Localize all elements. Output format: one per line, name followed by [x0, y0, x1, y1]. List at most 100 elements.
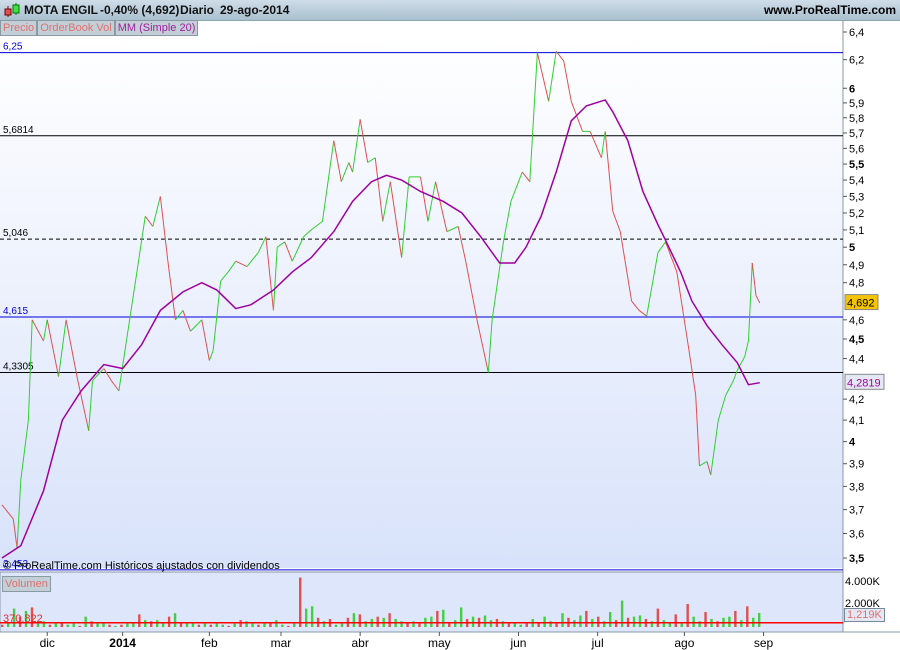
- xtick-label-4: abr: [351, 636, 368, 650]
- volume-bar: [197, 624, 201, 627]
- hline-label-1: 5,6814: [3, 125, 34, 136]
- price-chart[interactable]: 6,255,68145,0464,6154,33053,4536,46,265,…: [0, 0, 900, 650]
- tab-orderbook-vol[interactable]: OrderBook Vol: [37, 20, 115, 36]
- ytick-label-10: 5,2: [849, 208, 864, 220]
- volume-bar: [78, 625, 81, 627]
- volume-bar: [209, 624, 213, 627]
- ytick-label-14: 4,8: [849, 278, 864, 290]
- volume-bar: [179, 623, 183, 627]
- volume-bar: [281, 624, 284, 627]
- ytick-label-6: 5,6: [849, 143, 864, 155]
- xtick-label-6: jun: [509, 636, 526, 650]
- ytick-label-21: 3,9: [849, 459, 864, 471]
- volume-bar: [436, 610, 439, 627]
- volume-bar: [269, 623, 272, 627]
- volume-bar: [54, 623, 58, 627]
- xtick-label-8: ago: [674, 636, 694, 650]
- volume-bar: [728, 616, 731, 627]
- volume-bar: [299, 577, 302, 627]
- volume-bar: [358, 614, 362, 627]
- volume-bar: [227, 625, 230, 627]
- price-panel-bg: [0, 36, 843, 568]
- volume-bar: [573, 620, 576, 627]
- indicator-tabs: Precio OrderBook Vol MM (Simple 20): [0, 20, 199, 36]
- volume-bar: [740, 620, 743, 627]
- volume-bar: [203, 623, 207, 627]
- volume-bar: [310, 606, 314, 627]
- volume-bar: [674, 614, 677, 627]
- ytick-label-20: 4: [849, 437, 856, 449]
- tab-mm-simple-20[interactable]: MM (Simple 20): [114, 20, 199, 36]
- volume-bar: [239, 620, 242, 627]
- ytick-label-17: 4,4: [849, 354, 864, 366]
- volume-bar: [293, 623, 296, 627]
- volume-bar: [454, 620, 457, 627]
- volume-avg-label: 370,822: [3, 613, 43, 625]
- volume-bar: [519, 624, 522, 627]
- volume-bar: [334, 624, 338, 627]
- volume-bar: [173, 613, 177, 627]
- ytick-label-15: 4,6: [849, 315, 864, 327]
- volume-bar: [555, 623, 558, 627]
- ytick-label-7: 5,5: [849, 159, 864, 171]
- ytick-label-24: 3,6: [849, 528, 864, 540]
- volume-bar: [388, 613, 391, 627]
- volume-bar: [430, 616, 433, 627]
- volume-bar: [507, 623, 511, 627]
- volume-bar: [662, 620, 666, 627]
- ytick-label-9: 5,3: [849, 191, 864, 203]
- volume-bar: [632, 616, 636, 627]
- volume-bar: [304, 608, 308, 627]
- xtick-label-0: dic: [40, 636, 55, 650]
- volume-bar: [471, 616, 475, 627]
- copyright-note: © ProRealTime.com Históricos ajustados c…: [3, 560, 280, 572]
- volume-bar: [579, 615, 582, 627]
- volume-bar: [138, 614, 141, 627]
- volume-bar: [287, 625, 290, 627]
- hline-label-2: 5,046: [3, 228, 28, 239]
- ytick-label-5: 5,7: [849, 128, 864, 140]
- ytick-label-12: 5: [849, 242, 855, 254]
- volume-bar: [525, 623, 528, 627]
- volume-bar: [561, 613, 564, 627]
- hline-label-3: 4,615: [3, 306, 28, 317]
- ma-last-label: 4,2819: [847, 377, 881, 389]
- volume-bar: [483, 615, 487, 627]
- ytick-label-4: 5,8: [849, 113, 864, 125]
- volume-bar: [543, 616, 546, 627]
- volume-bar: [191, 623, 195, 627]
- ytick-label-2: 6: [849, 83, 855, 95]
- volume-bar: [144, 620, 147, 627]
- volume-bar: [221, 624, 224, 627]
- ytick-label-8: 5,4: [849, 175, 864, 187]
- ytick-label-0: 6,4: [849, 27, 864, 39]
- volume-bar: [638, 615, 642, 627]
- volume-bar: [114, 625, 117, 627]
- xtick-label-7: jul: [591, 636, 604, 650]
- volume-bar: [614, 620, 618, 627]
- volume-bar: [758, 612, 761, 627]
- volume-bar: [167, 616, 171, 627]
- volume-bar: [442, 609, 445, 627]
- volume-bar: [459, 607, 463, 627]
- xtick-label-2: feb: [201, 636, 218, 650]
- volume-bar: [686, 604, 689, 627]
- hline-label-0: 6,25: [3, 42, 23, 53]
- ytick-label-18: 4,2: [849, 394, 864, 406]
- volume-bar: [376, 616, 379, 627]
- tab-volumen[interactable]: Volumen: [2, 576, 51, 592]
- hline-label-4: 4,3305: [3, 361, 34, 372]
- price-last-label: 4,692: [847, 298, 875, 310]
- ytick-label-3: 5,9: [849, 98, 864, 110]
- volume-bar: [352, 613, 356, 627]
- volume-bar: [108, 624, 111, 627]
- ytick-label-19: 4,1: [849, 415, 864, 427]
- volume-bar: [120, 624, 123, 627]
- volume-bar: [275, 620, 278, 627]
- volume-last-badge: 1,219K: [844, 608, 885, 622]
- volume-bar: [48, 624, 52, 627]
- volume-bar: [126, 623, 129, 627]
- volume-bar: [746, 606, 749, 627]
- tab-precio[interactable]: Precio: [0, 20, 38, 36]
- volume-bar: [489, 620, 493, 627]
